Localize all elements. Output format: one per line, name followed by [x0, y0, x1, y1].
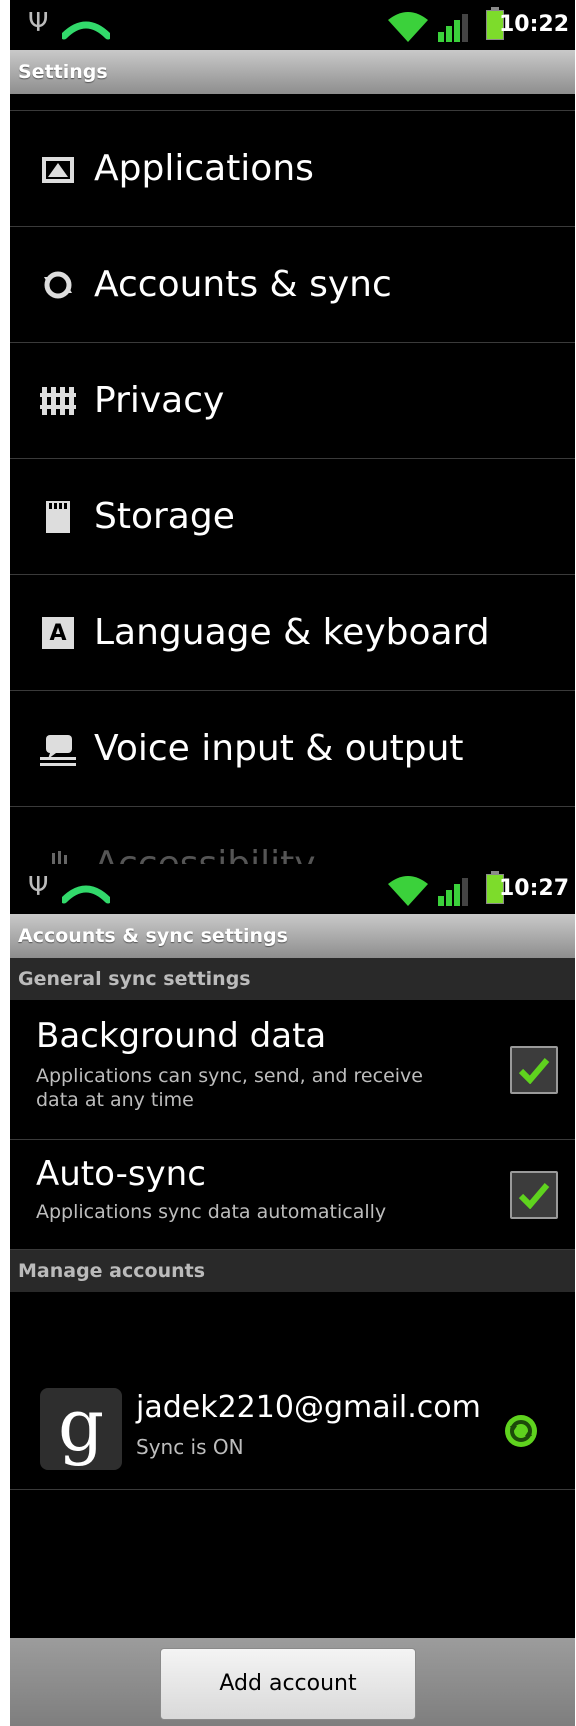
- section-header-manage: Manage accounts: [10, 1250, 575, 1292]
- settings-item-storage[interactable]: Storage: [10, 458, 575, 574]
- call-icon: [62, 21, 110, 40]
- settings-item-label: Privacy: [94, 380, 225, 421]
- status-time: 10:27: [498, 876, 569, 901]
- usb-icon: Ψ: [28, 8, 49, 38]
- applications-icon: [42, 157, 74, 183]
- settings-item-label: Language & keyboard: [94, 612, 490, 653]
- settings-item-language-keyboard[interactable]: A Language & keyboard: [10, 574, 575, 690]
- wifi-icon: [388, 876, 428, 906]
- settings-item-voice[interactable]: Voice input & output: [10, 690, 575, 806]
- page-title: Settings: [10, 50, 575, 94]
- checkmark-icon: [518, 1058, 550, 1084]
- bottom-action-bar: Add account: [10, 1638, 575, 1726]
- sd-card-icon: [46, 501, 70, 533]
- settings-item-applications[interactable]: Applications: [10, 110, 575, 226]
- pref-summary: Applications sync data automatically: [36, 1201, 387, 1223]
- settings-screen: Ψ 10:22 Settings Applications Accounts &…: [10, 0, 575, 864]
- status-time: 10:22: [498, 12, 569, 37]
- account-email: jadek2210@gmail.com: [136, 1390, 481, 1425]
- pref-title: Auto-sync: [36, 1154, 206, 1194]
- voice-icon: [40, 735, 76, 766]
- sync-status-icon: [505, 1415, 537, 1447]
- pref-summary: Applications can sync, send, and receive…: [36, 1065, 423, 1111]
- page-title: Accounts & sync settings: [10, 914, 575, 958]
- settings-item-label: Accounts & sync: [94, 264, 392, 305]
- usb-icon: Ψ: [28, 872, 49, 902]
- account-row[interactable]: g jadek2210@gmail.com Sync is ON: [10, 1370, 575, 1490]
- signal-icon: [438, 878, 468, 906]
- settings-item-accessibility[interactable]: Accessibility: [10, 806, 575, 864]
- keyboard-icon: A: [42, 617, 74, 649]
- privacy-icon: [40, 387, 76, 415]
- add-account-button[interactable]: Add account: [160, 1648, 416, 1720]
- accessibility-icon: [52, 851, 67, 864]
- pref-title: Background data: [36, 1016, 327, 1056]
- section-header-general: General sync settings: [10, 958, 575, 1000]
- settings-item-accounts-sync[interactable]: Accounts & sync: [10, 226, 575, 342]
- wifi-icon: [388, 12, 428, 42]
- status-bar: Ψ 10:27: [10, 864, 575, 914]
- settings-item-label: Accessibility: [94, 840, 316, 864]
- auto-sync-checkbox[interactable]: [510, 1171, 558, 1219]
- settings-list: Applications Accounts & sync Privacy Sto…: [10, 110, 575, 864]
- checkmark-icon: [518, 1183, 550, 1209]
- signal-icon: [438, 14, 468, 42]
- google-icon: g: [40, 1388, 122, 1470]
- background-data-pref[interactable]: Background data Applications can sync, s…: [10, 1000, 575, 1140]
- svg-text:A: A: [49, 621, 66, 646]
- settings-item-privacy[interactable]: Privacy: [10, 342, 575, 458]
- call-icon: [62, 885, 110, 904]
- account-sync-status: Sync is ON: [136, 1435, 244, 1459]
- settings-item-label: Applications: [94, 148, 314, 189]
- status-bar: Ψ 10:22: [10, 0, 575, 50]
- auto-sync-pref[interactable]: Auto-sync Applications sync data automat…: [10, 1140, 575, 1250]
- accounts-sync-screen: Ψ 10:27 Accounts & sync settings General…: [10, 864, 575, 1726]
- sync-icon: [44, 271, 72, 299]
- background-data-checkbox[interactable]: [510, 1046, 558, 1094]
- settings-item-label: Storage: [94, 496, 235, 537]
- settings-item-label: Voice input & output: [94, 728, 464, 769]
